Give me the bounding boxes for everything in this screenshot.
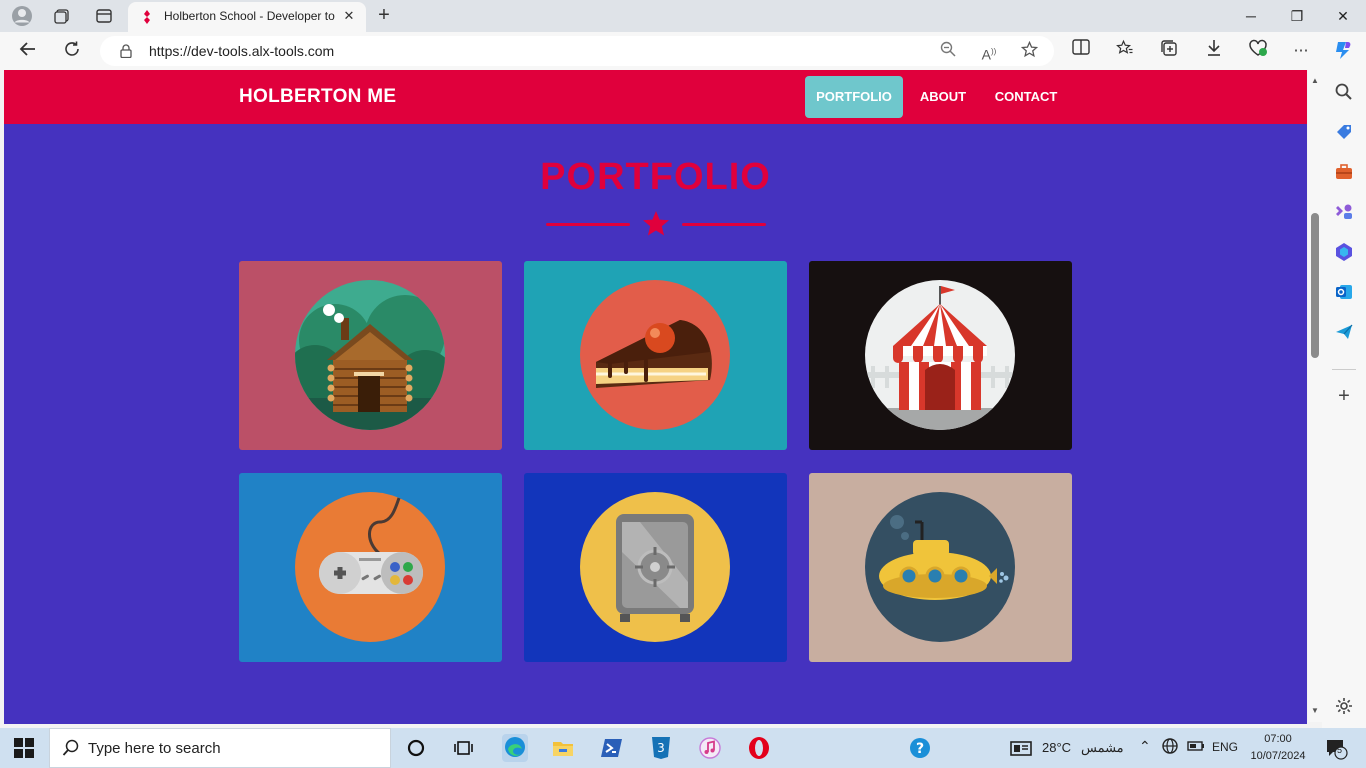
windows-start-icon[interactable] [14, 738, 34, 758]
log-cabin-icon [295, 280, 445, 430]
network-icon[interactable] [1160, 736, 1184, 760]
holberton-favicon [144, 10, 150, 24]
favorites-icon[interactable] [1113, 39, 1137, 63]
sidebar-separator [1332, 369, 1356, 370]
sidebar-copilot-icon[interactable] [1334, 242, 1354, 262]
edge-taskbar-icon[interactable] [502, 734, 528, 762]
search-icon [62, 739, 79, 756]
submarine-icon [865, 492, 1015, 642]
sidebar-games-icon[interactable] [1334, 202, 1354, 222]
scroll-down-icon[interactable]: ▼ [1310, 706, 1320, 716]
cortana-icon[interactable] [404, 736, 428, 760]
back-icon[interactable] [15, 39, 41, 65]
close-tab-icon[interactable]: ✕ [340, 7, 358, 25]
browser-sidebar: + [1322, 70, 1366, 728]
powershell-icon[interactable] [600, 736, 624, 760]
page-scrollbar[interactable]: ▲ ▼ [1308, 70, 1322, 722]
more-menu-icon[interactable]: ⋯ [1289, 39, 1313, 63]
divider-line-right [682, 223, 766, 226]
sidebar-send-icon[interactable] [1334, 322, 1354, 342]
nav-portfolio[interactable]: PORTFOLIO [805, 76, 903, 118]
notification-count: 5 [1337, 745, 1343, 755]
game-controller-icon [295, 492, 445, 642]
portfolio-item-circus[interactable] [809, 261, 1072, 450]
portfolio-item-safe[interactable] [524, 473, 787, 662]
cake-slice-icon [580, 280, 730, 430]
scroll-up-icon[interactable]: ▲ [1310, 76, 1320, 86]
portfolio-item-submarine[interactable] [809, 473, 1072, 662]
temperature[interactable]: 28°C [1042, 740, 1071, 755]
portfolio-item-controller[interactable] [239, 473, 502, 662]
close-window-icon[interactable]: ✕ [1320, 0, 1366, 32]
sidebar-settings-icon[interactable] [1334, 696, 1354, 716]
weather-status[interactable]: مشمس [1081, 740, 1124, 756]
web-page: HOLBERTON ME PORTFOLIO ABOUT CONTACT POR… [4, 70, 1307, 724]
sidebar-tools-icon[interactable] [1334, 162, 1354, 182]
divider-line-left [546, 223, 630, 226]
downloads-icon[interactable] [1202, 39, 1226, 63]
section-title: PORTFOLIO [540, 156, 771, 198]
minimize-icon[interactable]: ─ [1228, 0, 1274, 32]
itunes-icon[interactable] [698, 736, 722, 760]
sidebar-shopping-icon[interactable] [1334, 122, 1354, 142]
site-header: HOLBERTON ME PORTFOLIO ABOUT CONTACT [4, 70, 1307, 124]
new-tab-icon[interactable]: + [372, 4, 396, 28]
svg-text:3: 3 [657, 741, 665, 755]
refresh-icon[interactable] [59, 39, 85, 65]
browser-essentials-icon[interactable] [1246, 39, 1270, 63]
system-clock[interactable]: 07:00 10/07/2024 [1234, 731, 1322, 765]
css3-app-icon[interactable]: 3 [649, 736, 673, 760]
nav-about[interactable]: ABOUT [912, 76, 974, 118]
svg-text:?: ? [916, 741, 924, 757]
lock-icon[interactable] [120, 44, 132, 58]
read-aloud-icon[interactable]: A)) [978, 41, 1000, 63]
zoom-icon[interactable] [937, 41, 959, 63]
profile-icon[interactable] [10, 4, 34, 28]
sidebar-outlook-icon[interactable] [1334, 282, 1354, 302]
taskbar-search[interactable]: Type here to search [49, 728, 391, 768]
address-bar[interactable]: https://dev-tools.alx-tools.com A)) [100, 36, 1054, 66]
task-view-icon[interactable] [452, 736, 476, 760]
weather-widget-icon[interactable] [1009, 736, 1033, 760]
notifications-icon[interactable]: 5 [1324, 736, 1348, 760]
split-screen-icon[interactable] [1069, 39, 1093, 63]
clock-time: 07:00 [1264, 733, 1292, 745]
search-placeholder: Type here to search [88, 740, 221, 757]
browser-toolbar: https://dev-tools.alx-tools.com A)) ⋯ [0, 32, 1366, 70]
opera-icon[interactable] [747, 736, 771, 760]
active-tab[interactable]: Holberton School - Developer to ✕ [128, 2, 366, 32]
url-text[interactable]: https://dev-tools.alx-tools.com [149, 43, 334, 59]
tab-actions-icon[interactable] [92, 4, 116, 28]
portfolio-item-cabin[interactable] [239, 261, 502, 450]
safe-icon [580, 492, 730, 642]
site-brand[interactable]: HOLBERTON ME [239, 86, 396, 108]
sidebar-search-icon[interactable] [1334, 82, 1354, 102]
restore-icon[interactable]: ❐ [1274, 0, 1320, 32]
portfolio-item-cake[interactable] [524, 261, 787, 450]
help-icon[interactable]: ? [908, 736, 932, 760]
windows-taskbar: Type here to search 3 ? 28°C مشمس ⌃ ENG … [0, 728, 1366, 768]
tab-title: Holberton School - Developer to [164, 9, 335, 23]
collections-icon[interactable] [1157, 39, 1181, 63]
tray-overflow-icon[interactable]: ⌃ [1139, 738, 1151, 755]
file-explorer-icon[interactable] [551, 736, 575, 760]
battery-icon[interactable] [1186, 736, 1210, 760]
star-icon [643, 211, 669, 236]
clock-date: 10/07/2024 [1250, 750, 1306, 762]
sidebar-add-icon[interactable]: + [1334, 386, 1354, 406]
copilot-icon[interactable] [1331, 39, 1355, 63]
nav-contact[interactable]: CONTACT [986, 76, 1066, 118]
browser-tab-strip: Holberton School - Developer to ✕ + ─ ❐ … [0, 0, 1366, 32]
favorite-star-icon[interactable] [1018, 40, 1040, 63]
circus-tent-icon [865, 280, 1015, 430]
workspaces-icon[interactable] [50, 4, 74, 28]
scroll-thumb[interactable] [1311, 213, 1319, 358]
